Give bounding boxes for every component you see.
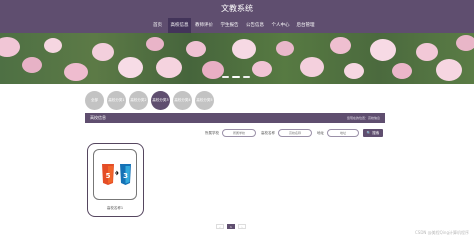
nav-home[interactable]: 首页 bbox=[147, 18, 168, 33]
flower bbox=[392, 63, 412, 79]
flower bbox=[0, 37, 20, 57]
breadcrumb: 您现在的位置：高校信息 bbox=[346, 116, 380, 120]
top-header: 文教系统 首页 高校信息 教师评价 学生报告 公告信息 个人中心 后台管理 bbox=[0, 0, 474, 33]
school-input[interactable] bbox=[223, 130, 255, 136]
search-button[interactable]: 🔍 搜索 bbox=[363, 129, 383, 137]
nav-college-info[interactable]: 高校信息 bbox=[168, 18, 191, 33]
flower bbox=[436, 59, 462, 81]
flower bbox=[146, 37, 164, 51]
flower bbox=[202, 61, 224, 79]
category-2[interactable]: 高校分类2 bbox=[129, 91, 148, 110]
category-all[interactable]: 全部 bbox=[85, 91, 104, 110]
site-title: 文教系统 bbox=[221, 4, 253, 13]
nav-announcements[interactable]: 公告信息 bbox=[242, 18, 268, 33]
category-4[interactable]: 高校分类4 bbox=[173, 91, 192, 110]
flower bbox=[330, 37, 351, 54]
category-5[interactable]: 高校分类5 bbox=[195, 91, 214, 110]
category-1[interactable]: 高校分类1 bbox=[107, 91, 126, 110]
school-label: 所属学校 bbox=[205, 131, 219, 135]
address-label: 地址 bbox=[317, 131, 324, 135]
flower bbox=[252, 61, 272, 77]
banner-carousel[interactable] bbox=[0, 33, 474, 84]
nav-teacher-evaluation[interactable]: 教师评价 bbox=[191, 18, 217, 33]
svg-text:3: 3 bbox=[123, 172, 128, 180]
pagination: ‹ 1 › bbox=[216, 224, 246, 229]
carousel-dot-active[interactable] bbox=[232, 76, 240, 78]
nav-personal-center[interactable]: 个人中心 bbox=[268, 18, 293, 33]
section-header: 高校信息 您现在的位置：高校信息 bbox=[85, 113, 385, 123]
flower bbox=[370, 39, 396, 61]
name-input[interactable] bbox=[279, 130, 311, 136]
name-field bbox=[278, 129, 312, 137]
flower bbox=[92, 43, 114, 61]
html5-to-css3-logo-icon: 5 3 bbox=[97, 159, 135, 194]
flower bbox=[232, 39, 256, 59]
category-filter: 全部 高校分类1 高校分类2 高校分类3 高校分类4 高校分类5 bbox=[85, 91, 214, 110]
watermark: CSDN @美程Qing计算机程序 bbox=[414, 230, 469, 235]
flower bbox=[44, 38, 62, 53]
address-input[interactable] bbox=[328, 130, 358, 136]
section-title: 高校信息 bbox=[90, 115, 106, 120]
flower bbox=[118, 57, 143, 78]
college-image: 5 3 bbox=[93, 149, 137, 200]
search-filters: 所属学校 高校名称 地址 🔍 搜索 bbox=[85, 129, 385, 138]
school-field bbox=[222, 129, 256, 137]
main-nav: 首页 高校信息 教师评价 学生报告 公告信息 个人中心 后台管理 bbox=[147, 18, 318, 33]
carousel-dot[interactable] bbox=[222, 76, 229, 78]
svg-text:5: 5 bbox=[106, 172, 111, 180]
address-field bbox=[327, 129, 359, 137]
name-label: 高校名称 bbox=[261, 131, 275, 135]
flower bbox=[64, 63, 88, 81]
carousel-indicators bbox=[222, 76, 250, 78]
flower bbox=[156, 57, 182, 78]
flower bbox=[300, 57, 324, 77]
flower bbox=[456, 35, 474, 51]
prev-page-button[interactable]: ‹ bbox=[216, 224, 224, 229]
flower bbox=[416, 43, 438, 61]
flower bbox=[344, 63, 364, 79]
college-card[interactable]: 5 3 高校名称1 bbox=[87, 143, 144, 217]
page-1-button[interactable]: 1 bbox=[227, 224, 235, 229]
flower bbox=[186, 41, 206, 57]
nav-admin[interactable]: 后台管理 bbox=[293, 18, 318, 33]
category-3[interactable]: 高校分类3 bbox=[151, 91, 170, 110]
carousel-dot[interactable] bbox=[243, 76, 250, 78]
next-page-button[interactable]: › bbox=[238, 224, 246, 229]
flower bbox=[22, 57, 42, 73]
college-card-caption: 高校名称1 bbox=[106, 206, 124, 210]
flower bbox=[276, 41, 294, 56]
nav-student-report[interactable]: 学生报告 bbox=[217, 18, 242, 33]
